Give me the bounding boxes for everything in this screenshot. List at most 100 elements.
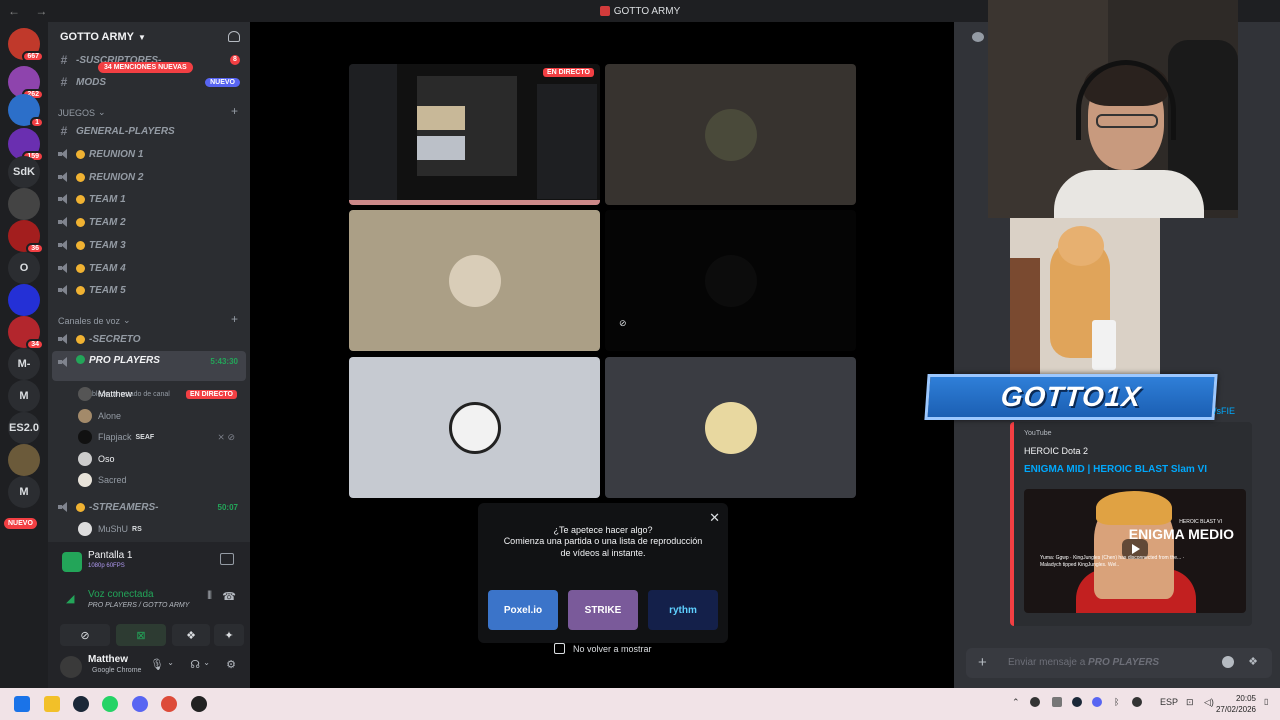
discord-icon[interactable] — [132, 696, 148, 712]
channel-mods[interactable]: # MODS NUEVO — [56, 72, 246, 92]
chevron-down-icon[interactable]: ⌄ — [203, 658, 210, 667]
voice-channel[interactable]: TEAM 4 — [56, 258, 246, 278]
network-icon[interactable]: ⊡ — [1186, 697, 1194, 708]
chrome-icon[interactable] — [161, 696, 177, 712]
voice-channel[interactable]: REUNION 1 — [56, 144, 246, 164]
add-channel-icon[interactable]: + — [231, 104, 238, 118]
server-icon[interactable]: ES2.0 — [8, 412, 40, 444]
headphones-icon[interactable]: ☊ — [190, 658, 200, 671]
chat-bubble-icon[interactable] — [972, 32, 984, 42]
voice-member[interactable]: Flapjack SEAF ⨯ ⊘ — [78, 427, 243, 447]
participant-tile[interactable] — [349, 210, 600, 351]
server-icon[interactable] — [8, 188, 40, 220]
server-icon[interactable]: M- — [8, 348, 40, 380]
category-label: Canales de voz — [58, 315, 121, 326]
participant-tile[interactable]: ⊘ — [605, 210, 856, 351]
channel-label: TEAM 4 — [89, 262, 126, 274]
server-icon[interactable]: M — [8, 380, 40, 412]
voice-channel-secreto[interactable]: -SECRETO — [56, 329, 246, 349]
category-voice[interactable]: Canales de voz ⌄ — [58, 315, 131, 326]
noise-suppression-icon[interactable]: ⦀ — [207, 590, 212, 603]
nav-arrows[interactable]: ← → — [8, 4, 53, 18]
embed-title[interactable]: ENIGMA MID | HEROIC BLAST Slam VI — [1024, 464, 1207, 475]
participant-tile[interactable] — [349, 357, 600, 498]
stop-share-button[interactable]: ⊠ — [116, 624, 166, 646]
server-icon[interactable]: 1 — [8, 94, 44, 128]
webcam-overlay — [988, 0, 1238, 218]
server-rail: 667 262 1 159 SdK 36 O 34 M- M ES2.0 M N… — [0, 22, 48, 688]
category-games[interactable]: JUEGOS ⌄ — [58, 107, 106, 118]
server-icon[interactable] — [8, 444, 40, 476]
voice-channel[interactable]: TEAM 1 — [56, 189, 246, 209]
voice-member[interactable]: Oso — [78, 449, 243, 469]
voice-channel-streamers[interactable]: -STREAMERS- 50:07 — [56, 497, 246, 517]
gear-icon[interactable]: ⚙ — [226, 658, 236, 671]
voice-channel[interactable]: TEAM 5 — [56, 280, 246, 300]
activity-card[interactable]: rythm — [648, 590, 718, 630]
member-name: Alone — [98, 411, 122, 421]
start-icon[interactable] — [14, 696, 30, 712]
stop-stream-icon[interactable] — [220, 553, 234, 565]
add-user-icon[interactable] — [228, 31, 240, 42]
checkbox[interactable] — [554, 643, 565, 654]
signal-icon[interactable]: ◢ — [66, 592, 74, 605]
server-icon[interactable]: 36 — [8, 220, 44, 254]
language-indicator[interactable]: ESP — [1160, 697, 1178, 707]
embed-author[interactable]: HEROIC Dota 2 — [1024, 446, 1088, 456]
server-icon[interactable]: 667 — [8, 28, 44, 62]
chevron-up-icon[interactable]: ⌃ — [1012, 697, 1020, 708]
camera-button[interactable]: ⊘ — [60, 624, 110, 646]
add-channel-icon[interactable]: + — [231, 312, 238, 326]
voice-member[interactable]: MuShU RS — [78, 519, 243, 539]
tray-icon[interactable] — [1052, 697, 1062, 707]
window-title: GOTTO ARMY — [599, 6, 680, 17]
soundboard-button[interactable]: ✦ — [214, 624, 244, 646]
message-input[interactable]: + Enviar mensaje a PRO PLAYERS ❖ — [966, 648, 1272, 678]
activities-button[interactable]: ❖ — [172, 624, 210, 646]
participant-tile[interactable] — [605, 64, 856, 205]
participant-tile[interactable] — [605, 357, 856, 498]
steam-tray-icon[interactable] — [1072, 697, 1082, 707]
bluetooth-icon[interactable]: ᛒ — [1114, 697, 1119, 707]
close-icon[interactable]: ✕ — [709, 510, 720, 526]
microphone-icon[interactable]: 🎙 — [150, 658, 164, 671]
video-thumbnail[interactable]: HEROIC BLAST VI ENIGMA MEDIO Yuma: Ggwp … — [1024, 489, 1246, 613]
voice-channel[interactable]: TEAM 3 — [56, 235, 246, 255]
steam-icon[interactable] — [73, 696, 89, 712]
tray-icon[interactable] — [1030, 697, 1040, 707]
voice-channel[interactable]: TEAM 2 — [56, 212, 246, 232]
channel-general-players[interactable]: # GENERAL-PLAYERS — [56, 121, 246, 141]
voice-member[interactable]: Sacred — [78, 470, 243, 490]
server-icon[interactable] — [8, 284, 40, 316]
voice-channel-pro-players[interactable]: PRO PLAYERS 5:43:30 — [52, 351, 246, 381]
server-icon[interactable]: SdK — [8, 156, 40, 188]
clock[interactable]: 20:05 27/02/2026 — [1216, 693, 1256, 715]
server-icon[interactable]: O — [8, 252, 40, 284]
server-icon[interactable]: M — [8, 476, 40, 508]
notification-icon[interactable]: ▯ — [1264, 697, 1268, 706]
tray-icon[interactable] — [1132, 697, 1142, 707]
whatsapp-icon[interactable] — [102, 696, 118, 712]
emoji-icon[interactable] — [1222, 656, 1234, 668]
activity-card[interactable]: STRIKE — [568, 590, 638, 630]
dont-show-again[interactable]: No volver a mostrar — [554, 643, 652, 654]
volume-icon[interactable]: ◁) — [1204, 697, 1214, 708]
link-fragment: /sFIE — [1214, 406, 1236, 416]
apps-icon[interactable]: ❖ — [1248, 655, 1258, 668]
disconnect-icon[interactable]: ☎ — [222, 590, 236, 603]
add-attachment-icon[interactable]: + — [978, 654, 987, 671]
voice-member[interactable]: Matthew EN DIRECTO — [78, 384, 243, 404]
guild-header[interactable]: GOTTO ARMY ▼ — [48, 22, 250, 52]
server-icon[interactable]: 34 — [8, 316, 44, 350]
stream-tile[interactable]: EN DIRECTO — [349, 64, 600, 205]
discord-tray-icon[interactable] — [1092, 697, 1102, 707]
chevron-down-icon[interactable]: ⌄ — [167, 658, 174, 667]
voice-member[interactable]: Alone — [78, 406, 243, 426]
avatar[interactable] — [60, 656, 82, 678]
activity-card[interactable]: Poxel.io — [488, 590, 558, 630]
folder-icon[interactable] — [44, 696, 60, 712]
voice-channel[interactable]: REUNION 2 — [56, 167, 246, 187]
voice-location[interactable]: PRO PLAYERS / GOTTO ARMY — [88, 602, 189, 609]
app-icon[interactable] — [191, 696, 207, 712]
avatar — [78, 387, 92, 401]
